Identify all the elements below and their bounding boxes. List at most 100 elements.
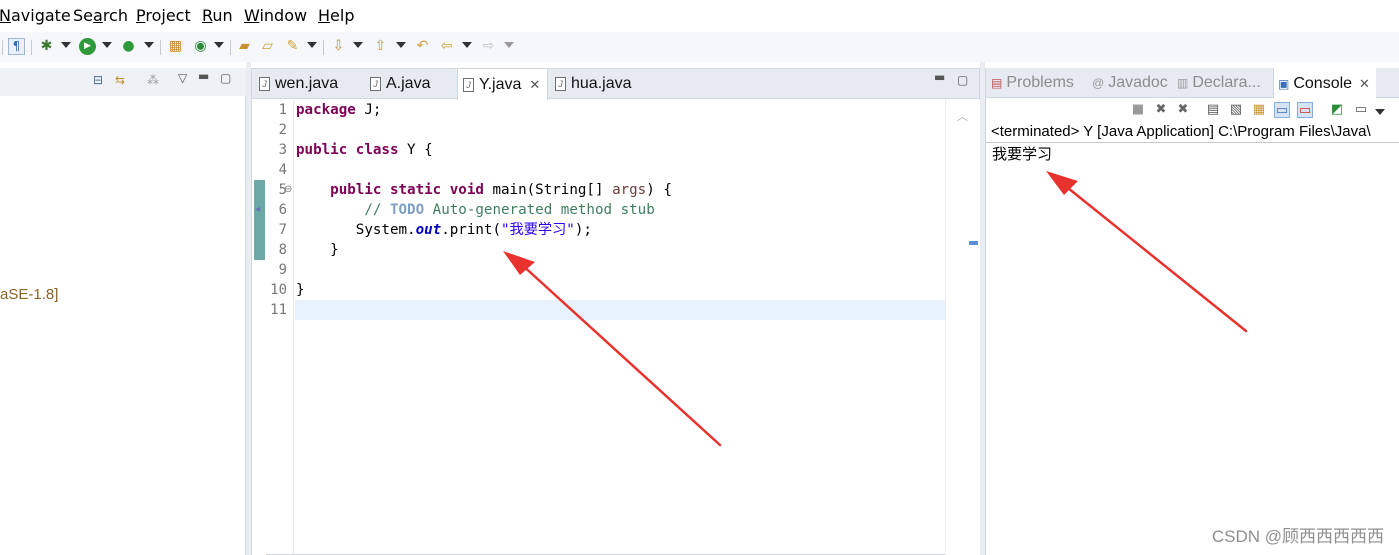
link-with-editor-icon[interactable]: ⇆ [115,73,125,87]
run-dropdown-icon[interactable] [102,42,112,48]
menu-navigate[interactable]: Navigate [0,6,71,26]
last-edit-location-icon[interactable]: ↶ [414,38,431,55]
console-output[interactable]: 我要学习 [992,145,1052,163]
previous-annotation-dropdown-icon[interactable] [396,42,406,48]
debug-dropdown-icon[interactable] [61,42,71,48]
console-tab-bar: ▤ Problems @ Javadoc ▥ Declara... ▣ Console ✕ [986,68,1399,99]
package-explorer-panel: ⊟ ⇆ ⁂ ▽ ▬ ▢ aSE-1.8] [0,68,246,555]
console-dropdown-icon[interactable] [1375,109,1385,115]
maximize-icon[interactable]: ▢ [957,73,968,87]
tab-console[interactable]: ▣ Console ✕ [1273,68,1376,99]
external-tools-dropdown-icon[interactable] [144,42,154,48]
collapse-all-icon[interactable]: ⊟ [93,73,103,87]
watermark: CSDN @顾西西西西西 [1211,527,1384,546]
current-line-highlight [295,300,945,320]
view-menu-icon[interactable]: ▽ [178,71,187,85]
toolbar-separator [31,40,32,55]
code-line-7: System.out.print("我要学习"); [355,222,592,238]
menu-search[interactable]: Search [73,6,128,26]
maximize-icon[interactable]: ▢ [220,71,231,85]
close-tab-icon[interactable]: ✕ [529,77,540,93]
minimize-icon[interactable]: ▬ [934,70,945,84]
back-icon[interactable]: ⇦ [438,38,455,55]
tab-problems[interactable]: ▤ Problems [991,68,1074,98]
search-dropdown-icon[interactable] [307,42,317,48]
new-java-package-icon[interactable]: ▦ [167,38,184,55]
override-marker-icon: ◂ [255,204,261,215]
console-toolbar: ■ ✖ ✖ ▤ ▧ ▦ ▭ ▭ ◩ ▭ [986,98,1399,122]
forward-icon[interactable]: ⇨ [480,38,497,55]
line-number: 8 [278,242,287,258]
scroll-up-icon[interactable]: ︿ [957,108,968,124]
forward-dropdown-icon[interactable] [504,42,514,48]
java-editor: Jwen.java J A.java J Y.java ✕ Jhua.java ▬ ▢… [251,68,980,555]
remove-launch-icon[interactable]: ✖ [1153,102,1169,118]
java-file-icon: J [259,77,270,91]
scroll-lock-icon[interactable]: ▧ [1228,102,1244,118]
next-annotation-dropdown-icon[interactable] [353,42,363,48]
remove-all-terminated-icon[interactable]: ✖ [1175,102,1191,118]
pin-console-icon[interactable]: ◩ [1329,102,1345,118]
code-line-10: } [296,282,305,298]
show-on-stderr-icon[interactable]: ▭ [1297,102,1313,118]
console-icon: ▣ [1278,76,1290,91]
tab-declaration[interactable]: ▥ Declara... [1177,68,1261,98]
show-whitespace-icon[interactable]: ¶ [8,38,25,55]
external-tools-icon[interactable]: ● [120,38,137,55]
open-task-icon[interactable]: ▱ [259,38,276,55]
line-number: 2 [278,122,287,138]
debug-icon[interactable]: ✱ [38,38,55,55]
line-number: 4 [278,162,287,178]
java-file-icon: J [555,77,566,91]
line-number: 6 [278,202,287,218]
search-icon[interactable]: ✎ [284,38,301,55]
fold-collapse-icon[interactable]: ⊖ [284,184,292,195]
change-marker [254,220,265,240]
line-number: 11 [270,302,287,318]
declaration-icon: ▥ [1177,76,1189,90]
editor-overview-ruler[interactable]: ︿ [945,100,980,555]
tab-y-java[interactable]: J Y.java ✕ [457,69,548,100]
run-icon[interactable]: ▶ [79,38,96,55]
java-file-icon: J [370,77,381,91]
javadoc-icon: @ [1092,76,1105,90]
new-class-dropdown-icon[interactable] [214,42,224,48]
show-on-stdout-icon[interactable]: ▭ [1274,102,1290,118]
tab-wen-java[interactable]: Jwen.java [254,69,338,99]
tab-hua-java[interactable]: Jhua.java [550,69,632,99]
back-dropdown-icon[interactable] [462,42,472,48]
jre-system-library-label[interactable]: aSE-1.8] [0,286,58,303]
next-annotation-icon[interactable]: ⇩ [330,38,347,55]
menu-help[interactable]: Help [318,6,354,26]
open-type-icon[interactable]: ▰ [236,38,253,55]
display-selected-console-icon[interactable]: ▭ [1353,102,1369,118]
code-text-area[interactable]: package J; public class Y { public stati… [295,100,945,555]
line-number: 1 [278,102,287,118]
toolbar-separator [323,40,324,55]
tab-a-java[interactable]: J A.java [365,69,430,99]
console-status-label: <terminated> Y [Java Application] C:\Pro… [991,123,1371,140]
filters-icon[interactable]: ⁂ [147,73,159,87]
new-java-class-icon[interactable]: ◉ [192,38,209,55]
divider [986,142,1399,143]
code-line-3: public class Y { [296,142,433,158]
menu-window[interactable]: Window [244,6,307,26]
previous-annotation-icon[interactable]: ⇧ [372,38,389,55]
close-tab-icon[interactable]: ✕ [1359,76,1370,92]
menu-bar: Navigate Search Project Run Window Help [0,0,1399,32]
package-explorer-header: ⊟ ⇆ ⁂ ▽ ▬ ▢ [0,68,246,96]
minimize-icon[interactable]: ▬ [198,69,209,83]
line-number: 10 [270,282,287,298]
problems-icon: ▤ [991,76,1003,90]
menu-project[interactable]: Project [136,6,191,26]
tab-javadoc[interactable]: @ Javadoc [1092,68,1168,98]
code-line-6: // TODO Auto-generated method stub [364,202,655,218]
terminate-icon[interactable]: ■ [1130,102,1146,118]
word-wrap-icon[interactable]: ▦ [1251,102,1267,118]
change-marker [254,180,265,200]
toolbar-separator [160,40,161,55]
overview-marker[interactable] [969,241,978,245]
clear-console-icon[interactable]: ▤ [1205,102,1221,118]
line-number: 9 [278,262,287,278]
menu-run[interactable]: Run [202,6,233,26]
